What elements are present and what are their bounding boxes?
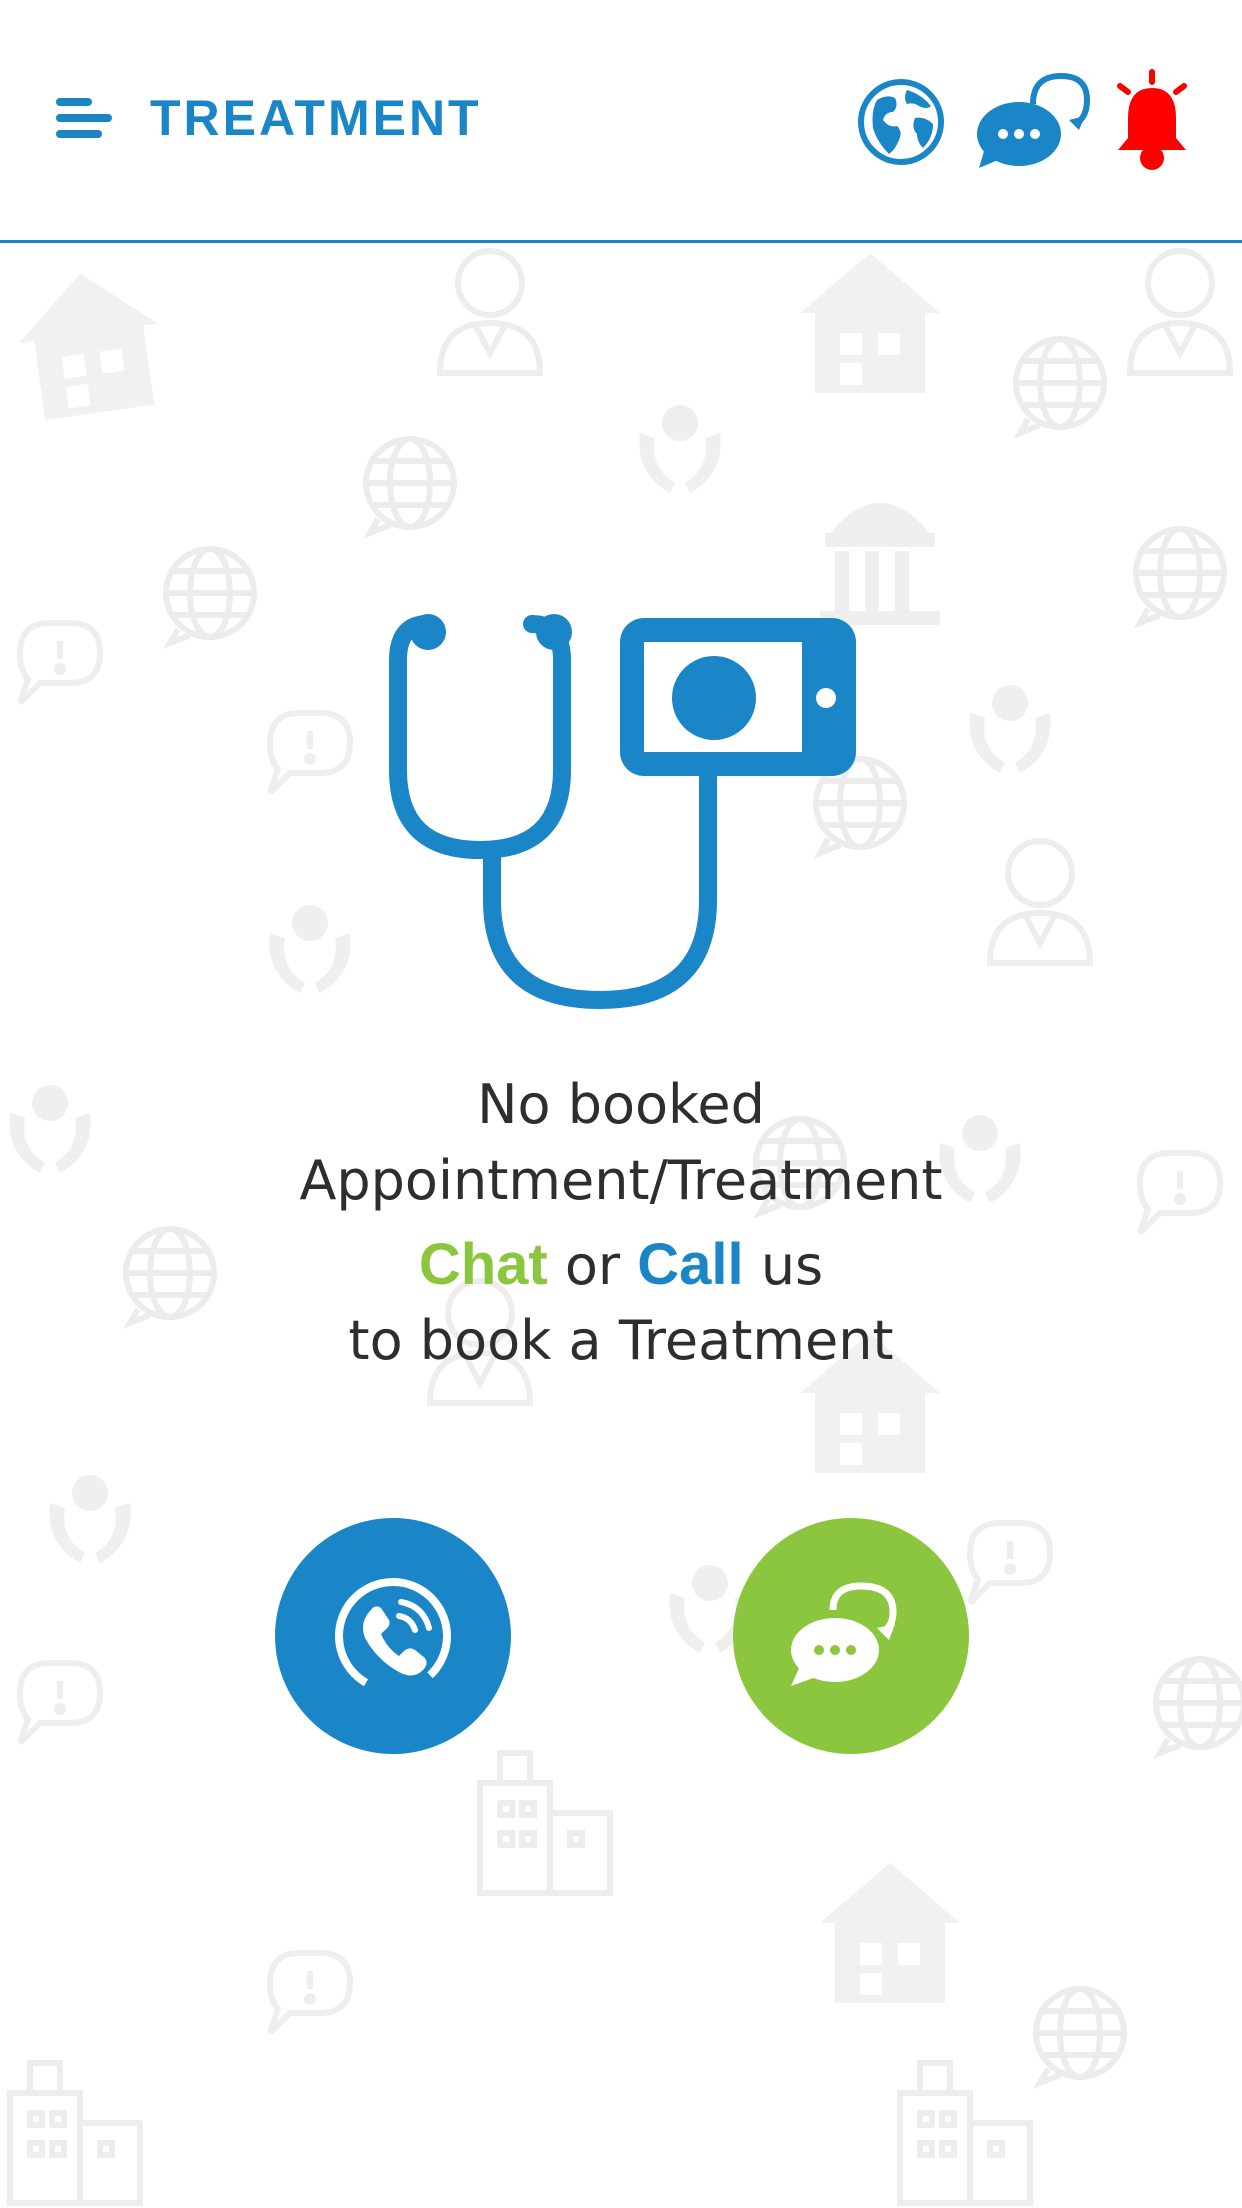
chat-bubbles-icon (791, 1582, 897, 1686)
bell-icon[interactable] (1110, 68, 1194, 172)
treatment-screen: TREATMENT No booked Appointment/Treatmen… (0, 0, 1242, 2208)
stethoscope-icon (389, 614, 856, 1010)
empty-state-line1: No booked (477, 1073, 765, 1136)
page-title: TREATMENT (150, 90, 482, 146)
empty-state-line4: to book a Treatment (348, 1309, 894, 1372)
us-word: us (743, 1234, 824, 1297)
or-word: or (547, 1234, 638, 1297)
empty-state-line2: Appointment/Treatment (299, 1149, 943, 1212)
chat-bubbles-icon[interactable] (975, 70, 1091, 172)
call-word: Call (637, 1232, 744, 1297)
chat-button[interactable] (733, 1518, 969, 1754)
background-pattern (0, 243, 1242, 2208)
chat-word: Chat (418, 1232, 548, 1297)
empty-state-cta-line: Chat or Call us (0, 1230, 1242, 1301)
call-button[interactable] (275, 1518, 511, 1754)
globe-icon[interactable] (855, 76, 947, 168)
hamburger-menu-icon[interactable] (48, 90, 120, 150)
app-header: TREATMENT (0, 0, 1242, 243)
phone-call-icon (335, 1578, 451, 1694)
